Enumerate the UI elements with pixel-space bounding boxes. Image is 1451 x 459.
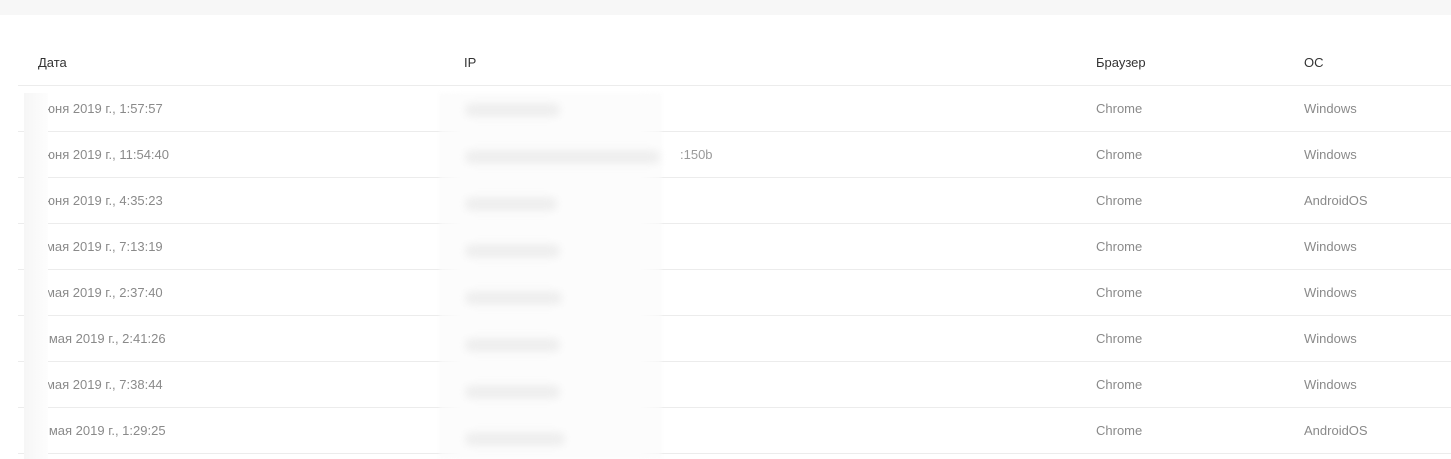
cell-browser: Chrome <box>1096 239 1143 254</box>
cell-os: Windows <box>1304 147 1357 162</box>
cell-os: AndroidOS <box>1304 193 1368 208</box>
top-band <box>0 0 1451 15</box>
cell-os: Windows <box>1304 331 1357 346</box>
sessions-page: Дата IP Браузер ОС июня 2019 г., 1:57:57… <box>0 0 1451 459</box>
cell-browser: Chrome <box>1096 331 1143 346</box>
table-row[interactable]: 9 мая 2019 г., 1:29:25 Chrome AndroidOS <box>18 408 1451 454</box>
cell-browser: Chrome <box>1096 377 1143 392</box>
cell-date: 9 мая 2019 г., 1:29:25 <box>38 423 166 438</box>
table-row[interactable]: 2 мая 2019 г., 2:41:26 Chrome Windows <box>18 316 1451 362</box>
header-date[interactable]: Дата <box>38 40 67 86</box>
cell-os: Windows <box>1304 101 1357 116</box>
cell-date: ) мая 2019 г., 7:38:44 <box>38 377 163 392</box>
header-os[interactable]: ОС <box>1304 40 1324 86</box>
table-header: Дата IP Браузер ОС <box>18 40 1451 86</box>
cell-date: ) мая 2019 г., 7:13:19 <box>38 239 163 254</box>
cell-date: июня 2019 г., 4:35:23 <box>38 193 163 208</box>
table-row[interactable]: ) мая 2019 г., 7:13:19 Chrome Windows <box>18 224 1451 270</box>
table-row[interactable]: июня 2019 г., 4:35:23 Chrome AndroidOS <box>18 178 1451 224</box>
ip-smudge <box>465 338 560 352</box>
header-browser[interactable]: Браузер <box>1096 40 1146 86</box>
ip-redaction-overlay <box>439 93 662 459</box>
table-row[interactable]: июня 2019 г., 11:54:40 :150b Chrome Wind… <box>18 132 1451 178</box>
cell-date: 2 мая 2019 г., 2:41:26 <box>38 331 166 346</box>
ip-smudge <box>465 244 560 258</box>
cell-date: ) мая 2019 г., 2:37:40 <box>38 285 163 300</box>
ip-smudge <box>465 197 557 211</box>
cell-date: июня 2019 г., 11:54:40 <box>38 147 170 162</box>
ip-smudge <box>465 385 560 399</box>
cell-os: Windows <box>1304 377 1357 392</box>
table-row[interactable]: июня 2019 г., 1:57:57 Chrome Windows <box>18 86 1451 132</box>
cell-os: AndroidOS <box>1304 423 1368 438</box>
cell-browser: Chrome <box>1096 193 1143 208</box>
cell-ip: :150b <box>680 147 713 162</box>
ip-smudge <box>465 432 565 446</box>
cell-browser: Chrome <box>1096 101 1143 116</box>
cell-os: Windows <box>1304 285 1357 300</box>
cell-os: Windows <box>1304 239 1357 254</box>
cell-browser: Chrome <box>1096 285 1143 300</box>
header-ip[interactable]: IP <box>464 40 476 86</box>
cell-browser: Chrome <box>1096 423 1143 438</box>
ip-smudge <box>465 103 560 117</box>
ip-smudge <box>465 150 660 164</box>
cell-browser: Chrome <box>1096 147 1143 162</box>
cell-date: июня 2019 г., 1:57:57 <box>38 101 163 116</box>
table-row[interactable]: ) мая 2019 г., 7:38:44 Chrome Windows <box>18 362 1451 408</box>
date-redaction-overlay <box>24 93 48 459</box>
sessions-table: Дата IP Браузер ОС июня 2019 г., 1:57:57… <box>18 40 1451 454</box>
ip-smudge <box>465 291 562 305</box>
table-row[interactable]: ) мая 2019 г., 2:37:40 Chrome Windows <box>18 270 1451 316</box>
